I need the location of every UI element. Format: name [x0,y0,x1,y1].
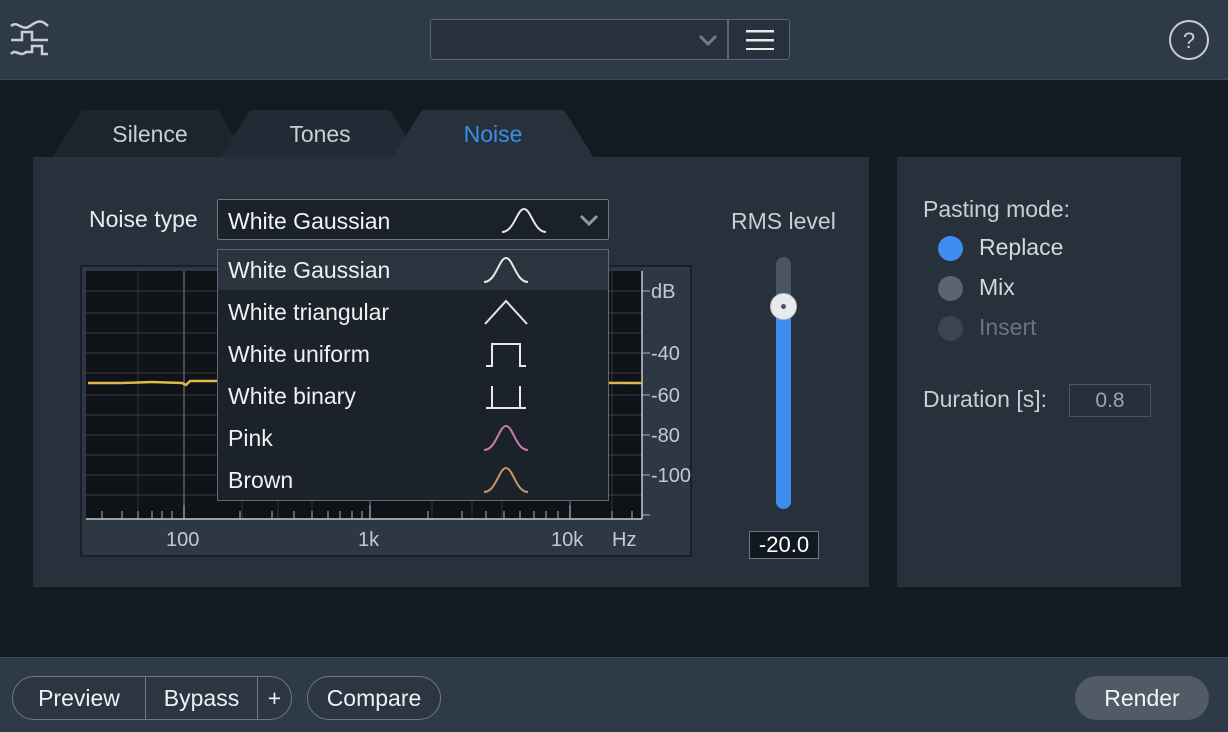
tab-tones[interactable]: Tones [220,110,420,158]
rms-level-value-field[interactable]: -20.0 [749,531,819,559]
rms-level-label: RMS level [731,208,836,234]
radio-label: Replace [979,234,1064,260]
preset-menu-button[interactable] [728,19,790,60]
y-tick-40: -40 [651,343,680,365]
noise-option-label: White triangular [228,299,390,325]
hamburger-menu-icon [746,30,774,50]
noise-option-label: White uniform [228,341,370,367]
triangle-wave-icon [484,299,528,325]
radio-replace[interactable]: Replace [938,233,1118,263]
uniform-pulse-icon [486,343,526,367]
chevron-down-icon [579,214,599,227]
noise-option-brown[interactable]: Brown [218,460,608,500]
duration-label: Duration [s]: [923,386,1047,412]
noise-type-dropdown-list: White Gaussian White triangular White un… [217,249,609,501]
x-tick-hz: Hz [612,529,637,551]
chevron-down-icon [698,34,718,47]
preview-button-group: Preview Bypass + [12,676,292,720]
y-tick-100: -100 [651,465,692,487]
pasting-mode-label: Pasting mode: [923,196,1071,222]
radio-mix[interactable]: Mix [938,273,1118,303]
x-tick-100: 100 [166,529,200,551]
tab-noise[interactable]: Noise [392,110,594,158]
brown-curve-icon [483,466,529,493]
radio-label: Mix [979,274,1015,300]
tab-label: Tones [289,120,351,147]
rms-level-slider-handle[interactable] [770,293,797,320]
noise-type-select[interactable]: White Gaussian [217,199,609,240]
noise-option-white-uniform[interactable]: White uniform [218,334,608,374]
radio-insert: Insert [938,313,1118,343]
noise-option-label: White binary [228,383,356,409]
noise-option-white-gaussian[interactable]: White Gaussian [218,250,608,290]
tab-label: Noise [463,120,523,147]
gaussian-curve-icon [483,256,529,283]
tab-silence[interactable]: Silence [52,110,248,158]
radio-selected-icon [938,236,963,261]
preset-select[interactable] [430,19,728,60]
tab-label: Silence [112,120,188,147]
preview-button[interactable]: Preview [13,677,145,719]
noise-option-label: Brown [228,467,294,493]
render-button[interactable]: Render [1075,676,1209,720]
duration-field[interactable]: 0.8 [1069,384,1151,417]
compare-button[interactable]: Compare [307,676,441,720]
x-tick-1k: 1k [358,529,380,551]
gaussian-curve-icon [501,207,547,233]
radio-disabled-icon [938,316,963,341]
add-compare-button[interactable]: + [257,677,291,719]
noise-option-white-triangular[interactable]: White triangular [218,292,608,332]
y-tick-db: dB [651,281,676,303]
rms-level-fill [776,307,791,509]
help-label: ? [1183,28,1195,53]
noise-type-label: Noise type [89,206,198,232]
y-tick-80: -80 [651,425,680,447]
y-tick-60: -60 [651,385,680,407]
binary-pulse-icon [486,386,526,409]
rx-waveform-logo-icon [10,20,49,56]
x-tick-10k: 10k [551,529,584,551]
radio-unselected-icon [938,276,963,301]
noise-option-pink[interactable]: Pink [218,418,608,458]
top-bar: ? [0,0,1228,80]
radio-label: Insert [979,314,1037,340]
noise-option-white-binary[interactable]: White binary [218,376,608,416]
noise-option-label: White Gaussian [228,257,391,283]
pink-curve-icon [483,424,529,451]
help-icon[interactable]: ? [1168,19,1210,61]
noise-option-label: Pink [228,425,273,451]
bypass-button[interactable]: Bypass [145,677,257,719]
noise-type-value: White Gaussian [228,208,391,234]
